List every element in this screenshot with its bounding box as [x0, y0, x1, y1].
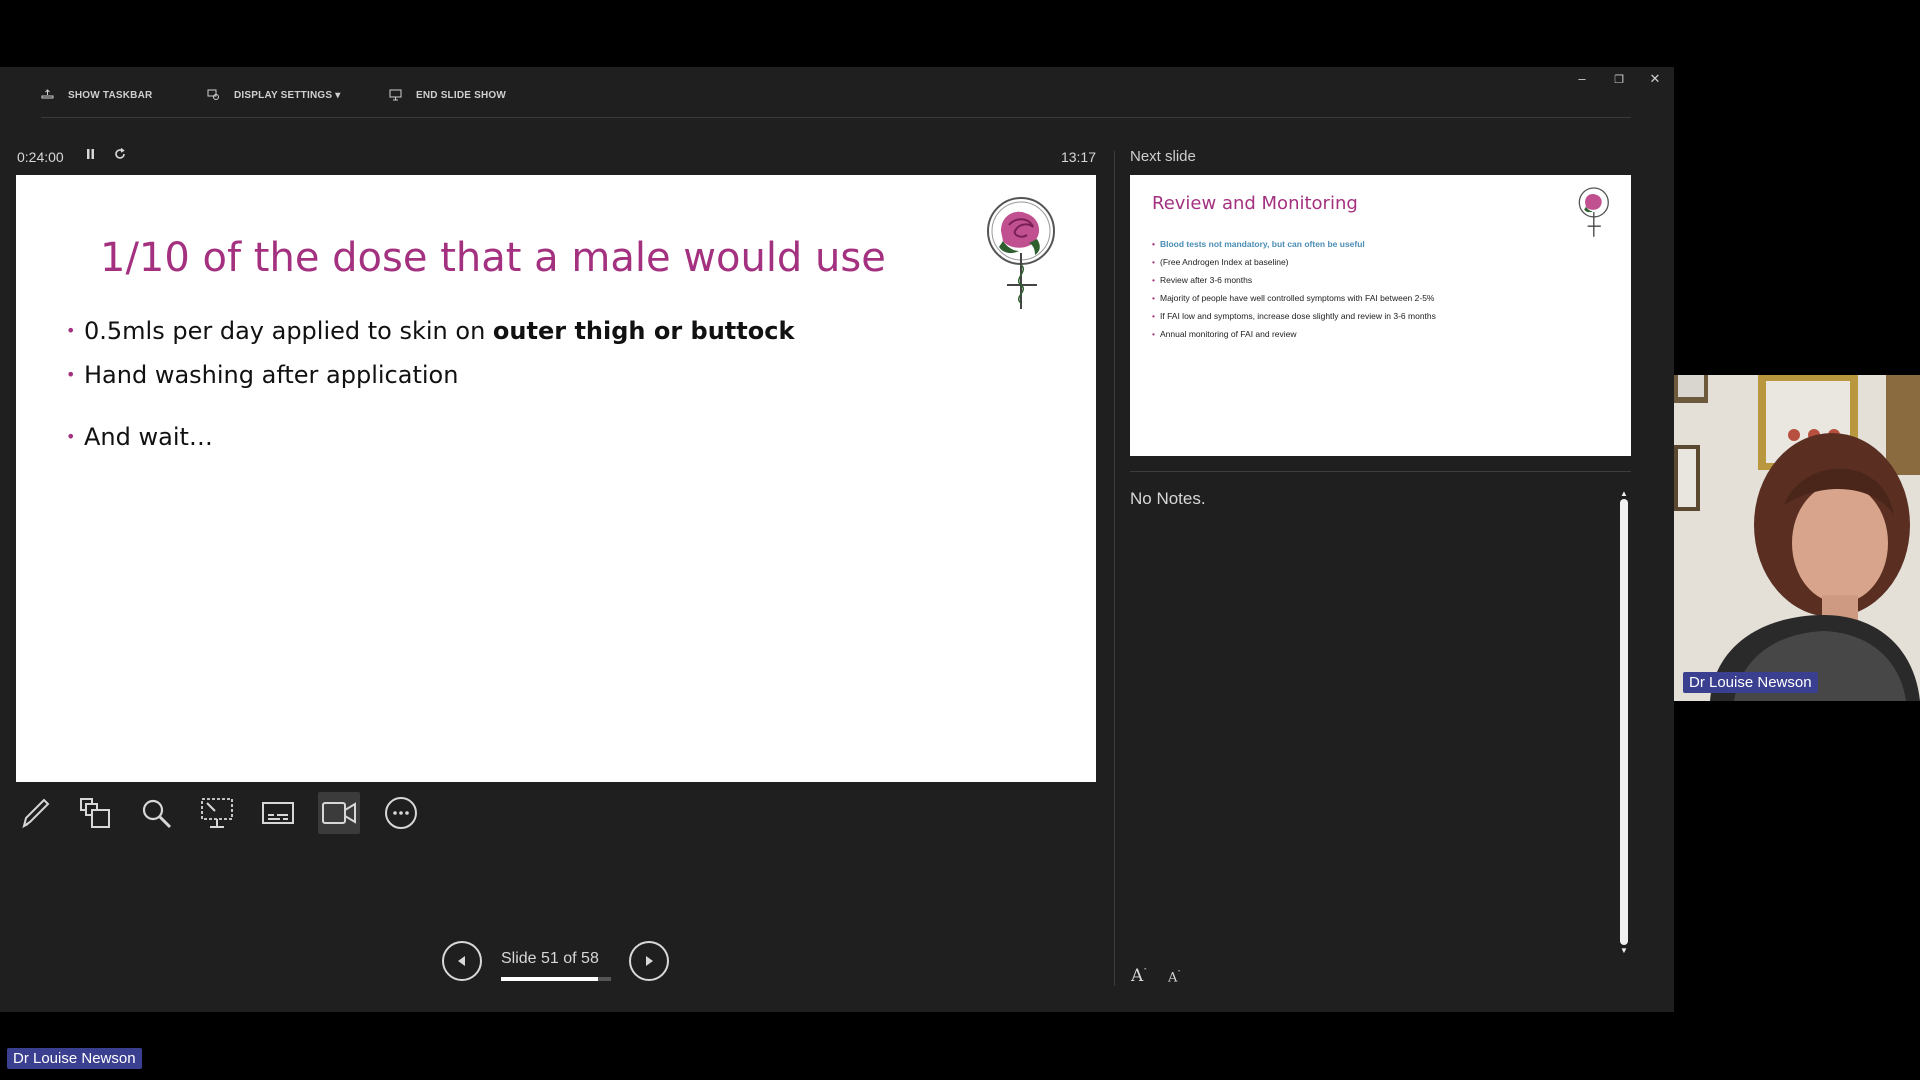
next-arrow-icon [646, 956, 653, 966]
scroll-up-icon[interactable]: ▲ [1618, 489, 1630, 499]
scrollbar-thumb[interactable] [1620, 499, 1628, 945]
pen-tool-button[interactable] [14, 792, 56, 834]
display-settings-label: DISPLAY SETTINGS ▾ [234, 89, 341, 101]
participant-name-tag: Dr Louise Newson [1683, 672, 1818, 693]
reset-icon[interactable] [113, 147, 127, 164]
pen-icon [22, 798, 50, 829]
decrease-font-button[interactable]: Aˇ [1168, 970, 1181, 985]
participant-video: Dr Louise Newson [1674, 375, 1920, 701]
next-slide-preview[interactable]: Review and Monitoring • Blood tests not m… [1130, 175, 1631, 456]
elapsed-timer: 0:24:00 [17, 149, 64, 165]
next-slide-title: Review and Monitoring [1152, 193, 1358, 214]
next-slide-bullet: • Blood tests not mandatory, but can ofte… [1152, 239, 1365, 249]
bullet-dot: • [66, 365, 76, 384]
show-taskbar-button[interactable]: SHOW TASKBAR [41, 89, 152, 101]
bullet-text: And wait… [84, 423, 213, 451]
more-options-icon [385, 797, 417, 829]
increase-font-button[interactable]: Aˆ [1131, 966, 1147, 986]
previous-arrow-icon [458, 956, 465, 966]
next-slide-label: Next slide [1130, 148, 1196, 165]
pause-icon[interactable] [85, 147, 97, 164]
more-options-button[interactable] [380, 792, 422, 834]
subtitles-icon [262, 802, 294, 824]
slide-bullet: • And wait… [66, 423, 213, 451]
display-settings-icon [207, 89, 219, 100]
taskbar-icon [41, 89, 54, 99]
zoom-button[interactable] [135, 792, 177, 834]
notes-divider [1130, 471, 1631, 472]
rose-logo-icon [987, 197, 1055, 309]
bullet-dot: • [66, 427, 76, 446]
end-slide-show-button[interactable]: END SLIDE SHOW [389, 89, 506, 101]
previous-slide-button[interactable] [442, 941, 482, 981]
zoom-icon [142, 799, 172, 829]
pane-divider [1114, 151, 1115, 986]
bullet-dot: • [66, 321, 76, 340]
camera-toggle-button[interactable] [318, 792, 360, 834]
see-all-slides-button[interactable] [74, 792, 116, 834]
clock: 13:17 [1060, 149, 1096, 165]
scroll-down-icon[interactable]: ▼ [1618, 946, 1630, 956]
camera-icon [322, 802, 356, 824]
next-slide-bullet: • Annual monitoring of FAI and review [1152, 329, 1297, 339]
display-settings-button[interactable]: DISPLAY SETTINGS ▾ [207, 89, 340, 101]
end-show-icon [389, 89, 402, 101]
notes-scrollbar[interactable]: ▲ ▼ [1618, 489, 1630, 956]
rose-logo-icon [1578, 187, 1609, 237]
next-slide-bullet: • Review after 3-6 months [1152, 275, 1253, 285]
next-slide-button[interactable] [629, 941, 669, 981]
next-slide-bullet: • If FAI low and symptoms, increase dose … [1152, 311, 1436, 321]
close-icon[interactable]: ✕ [1646, 71, 1664, 87]
slide-progress-fill [501, 977, 598, 981]
bullet-text: 0.5mls per day applied to skin on [84, 317, 493, 345]
next-slide-bullet: • Majority of people have well controlled… [1152, 293, 1435, 303]
restore-icon[interactable]: ❐ [1610, 73, 1628, 86]
slide-progress-bar [501, 977, 611, 981]
self-name-tag: Dr Louise Newson [7, 1048, 142, 1069]
minimize-icon[interactable]: – [1573, 71, 1591, 86]
subtitles-button[interactable] [257, 792, 299, 834]
presenter-view: SHOW TASKBAR DISPLAY SETTINGS ▾ END SLID… [0, 67, 1674, 1012]
presenter-toolbar: SHOW TASKBAR DISPLAY SETTINGS ▾ END SLID… [41, 81, 1631, 118]
slide-counter[interactable]: Slide 51 of 58 [501, 950, 599, 968]
slide-bullet: • Hand washing after application [66, 361, 458, 389]
see-all-slides-icon [80, 798, 110, 828]
participant-video-feed [1674, 375, 1920, 701]
pointer-screen-button[interactable] [196, 792, 238, 834]
current-slide[interactable]: 1/10 of the dose that a male would use •… [16, 175, 1096, 782]
slide-title: 1/10 of the dose that a male would use [100, 235, 886, 281]
end-slide-show-label: END SLIDE SHOW [416, 89, 507, 101]
speaker-notes[interactable]: No Notes. [1130, 489, 1206, 509]
bullet-bold-text: outer thigh or buttock [492, 317, 795, 345]
pointer-screen-icon [201, 798, 233, 828]
slide-bullet: • 0.5mls per day applied to skin on outer… [66, 317, 794, 345]
next-slide-bullet: • (Free Androgen Index at baseline) [1152, 257, 1289, 267]
bullet-text: Hand washing after application [84, 361, 459, 389]
show-taskbar-label: SHOW TASKBAR [68, 89, 153, 101]
